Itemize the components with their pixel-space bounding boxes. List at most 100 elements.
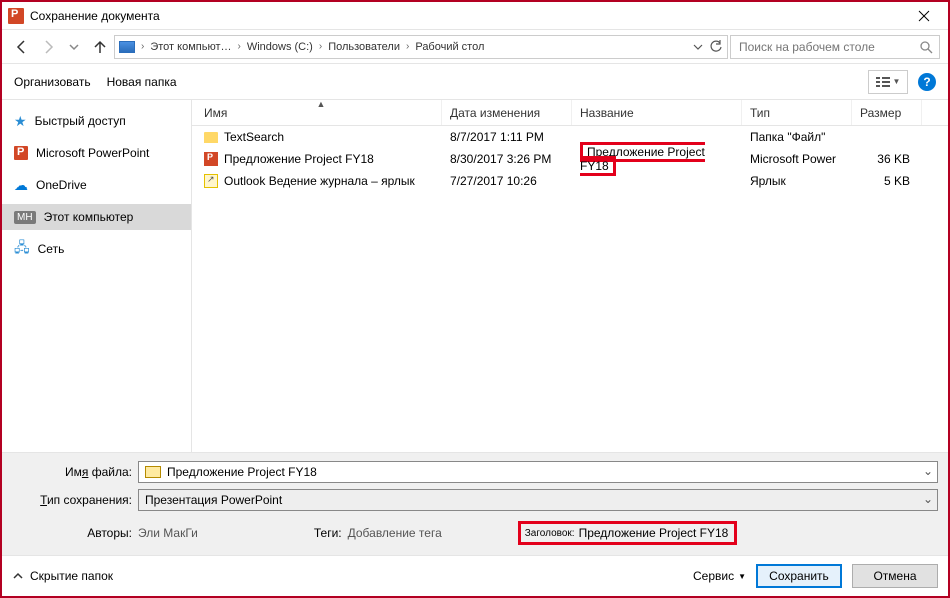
powerpoint-file-icon	[204, 152, 218, 166]
column-header-date[interactable]: Дата изменения	[442, 100, 572, 125]
column-headers: ▲ Имя Дата изменения Название Тип Размер	[192, 100, 948, 126]
titlebar: Сохранение документа	[2, 2, 948, 30]
search-box[interactable]	[730, 35, 940, 59]
filename-value: Предложение Project FY18	[167, 465, 317, 479]
tags-label: Теги:	[314, 526, 342, 540]
highlight-annotation: Предложение Project FY18	[580, 142, 705, 176]
arrow-right-icon	[40, 39, 56, 55]
navigation-pane: ★ Быстрый доступ Microsoft PowerPoint ☁ …	[2, 100, 192, 452]
filename-combo[interactable]: Предложение Project FY18 ⌄	[138, 461, 938, 483]
title-value[interactable]: Предложение Project FY18	[579, 526, 729, 540]
file-name: TextSearch	[224, 130, 284, 144]
title-highlight-annotation: Заголовок: Предложение Project FY18	[518, 521, 738, 545]
sidebar-item-powerpoint[interactable]: Microsoft PowerPoint	[2, 140, 191, 166]
file-list: ▲ Имя Дата изменения Название Тип Размер…	[192, 100, 948, 452]
table-row[interactable]: Outlook Ведение журнала – ярлык 7/27/201…	[192, 170, 948, 192]
bottom-bar: Скрытие папок Сервис ▼ Сохранить Отмена	[2, 555, 948, 596]
chevron-down-icon: ▼	[893, 77, 901, 86]
window-title: Сохранение документа	[30, 9, 160, 23]
authors-value[interactable]: Эли МакГи	[138, 526, 198, 540]
form-area: Имя файла: Предложение Project FY18 ⌄ Ти…	[2, 452, 948, 555]
new-folder-button[interactable]: Новая папка	[107, 75, 177, 89]
sidebar-item-network[interactable]: 🖧 Сеть	[2, 236, 191, 262]
list-view-icon	[876, 76, 890, 88]
chevron-up-icon	[12, 570, 24, 582]
folder-icon	[204, 132, 218, 143]
network-icon: 🖧	[14, 237, 30, 261]
chevron-down-icon	[693, 42, 703, 52]
search-input[interactable]	[737, 39, 919, 55]
breadcrumb-segment[interactable]: Windows (C:)	[245, 41, 315, 53]
file-name: Outlook Ведение журнала – ярлык	[224, 174, 415, 188]
view-options-button[interactable]: ▼	[868, 70, 908, 94]
help-button[interactable]: ?	[918, 73, 936, 91]
file-date: 8/7/2017 1:11 PM	[442, 130, 572, 144]
close-icon	[918, 10, 930, 22]
breadcrumb-segment[interactable]: Рабочий стол	[413, 41, 486, 53]
sidebar-item-label: Microsoft PowerPoint	[36, 146, 149, 160]
table-row[interactable]: TextSearch 8/7/2017 1:11 PM Папка "Файл"	[192, 126, 948, 148]
back-button[interactable]	[10, 35, 34, 59]
sidebar-item-label: Быстрый доступ	[35, 114, 126, 128]
chevron-down-icon	[69, 42, 79, 52]
chevron-down-icon[interactable]: ⌄	[923, 464, 933, 478]
toolbar: Организовать Новая папка ▼ ?	[2, 64, 948, 100]
column-header-type[interactable]: Тип	[742, 100, 852, 125]
file-date: 8/30/2017 3:26 PM	[442, 152, 572, 166]
navigation-bar: › Этот компьют… › Windows (C:) › Пользов…	[2, 30, 948, 64]
address-dropdown[interactable]	[693, 40, 723, 54]
filetype-value: Презентация PowerPoint	[145, 493, 282, 507]
sidebar-item-label: OneDrive	[36, 178, 87, 192]
save-button[interactable]: Сохранить	[756, 564, 842, 588]
tags-value[interactable]: Добавление тега	[348, 526, 442, 540]
history-dropdown[interactable]	[62, 35, 86, 59]
column-header-name[interactable]: ▲ Имя	[192, 100, 442, 125]
filetype-row: Тип сохранения: Презентация PowerPoint ⌄	[12, 489, 938, 511]
table-row[interactable]: Предложение Project FY18 8/30/2017 3:26 …	[192, 148, 948, 170]
chevron-right-icon: ›	[404, 41, 411, 52]
filetype-label: Тип сохранения:	[12, 493, 132, 507]
arrow-up-icon	[92, 39, 108, 55]
cancel-button[interactable]: Отмена	[852, 564, 938, 588]
filename-row: Имя файла: Предложение Project FY18 ⌄	[12, 461, 938, 483]
chevron-right-icon: ›	[236, 41, 243, 52]
file-size: 5 KB	[852, 174, 922, 188]
chevron-right-icon: ›	[317, 41, 324, 52]
file-type: Ярлык	[742, 174, 852, 188]
address-bar[interactable]: › Этот компьют… › Windows (C:) › Пользов…	[114, 35, 728, 59]
authors-label: Авторы:	[12, 526, 132, 540]
file-size: 36 KB	[852, 152, 922, 166]
shortcut-icon	[204, 174, 218, 188]
column-header-title[interactable]: Название	[572, 100, 742, 125]
breadcrumb-segment[interactable]: Этот компьют…	[148, 41, 233, 53]
hide-folders-toggle[interactable]: Скрытие папок	[12, 569, 113, 583]
refresh-icon[interactable]	[709, 40, 723, 54]
forward-button[interactable]	[36, 35, 60, 59]
breadcrumb-segment[interactable]: Пользователи	[326, 41, 402, 53]
sidebar-item-onedrive[interactable]: ☁ OneDrive	[2, 172, 191, 198]
dialog-body: ★ Быстрый доступ Microsoft PowerPoint ☁ …	[2, 100, 948, 452]
sidebar-item-label: Этот компьютер	[44, 210, 134, 224]
chevron-right-icon: ›	[139, 41, 146, 52]
organize-menu[interactable]: Организовать	[14, 75, 91, 89]
up-button[interactable]	[88, 35, 112, 59]
sidebar-item-this-pc[interactable]: МН Этот компьютер	[2, 204, 191, 230]
filetype-combo[interactable]: Презентация PowerPoint ⌄	[138, 489, 938, 511]
file-date: 7/27/2017 10:26	[442, 174, 572, 188]
chevron-down-icon[interactable]: ⌄	[923, 492, 933, 506]
file-type: Microsoft Power	[742, 152, 852, 166]
file-rows: TextSearch 8/7/2017 1:11 PM Папка "Файл"…	[192, 126, 948, 452]
chevron-down-icon: ▼	[738, 572, 746, 581]
close-button[interactable]	[904, 3, 944, 29]
cloud-icon: ☁	[14, 177, 28, 194]
sidebar-item-quick-access[interactable]: ★ Быстрый доступ	[2, 108, 191, 134]
sidebar-item-label: Сеть	[38, 242, 65, 256]
star-icon: ★	[14, 113, 27, 130]
arrow-left-icon	[14, 39, 30, 55]
file-name: Предложение Project FY18	[224, 152, 374, 166]
save-dialog: Сохранение документа › Этот компьют… › W…	[0, 0, 950, 598]
tools-menu[interactable]: Сервис ▼	[693, 569, 746, 583]
column-header-size[interactable]: Размер	[852, 100, 922, 125]
title-label: Заголовок:	[525, 528, 575, 539]
presentation-type-icon	[145, 466, 161, 478]
